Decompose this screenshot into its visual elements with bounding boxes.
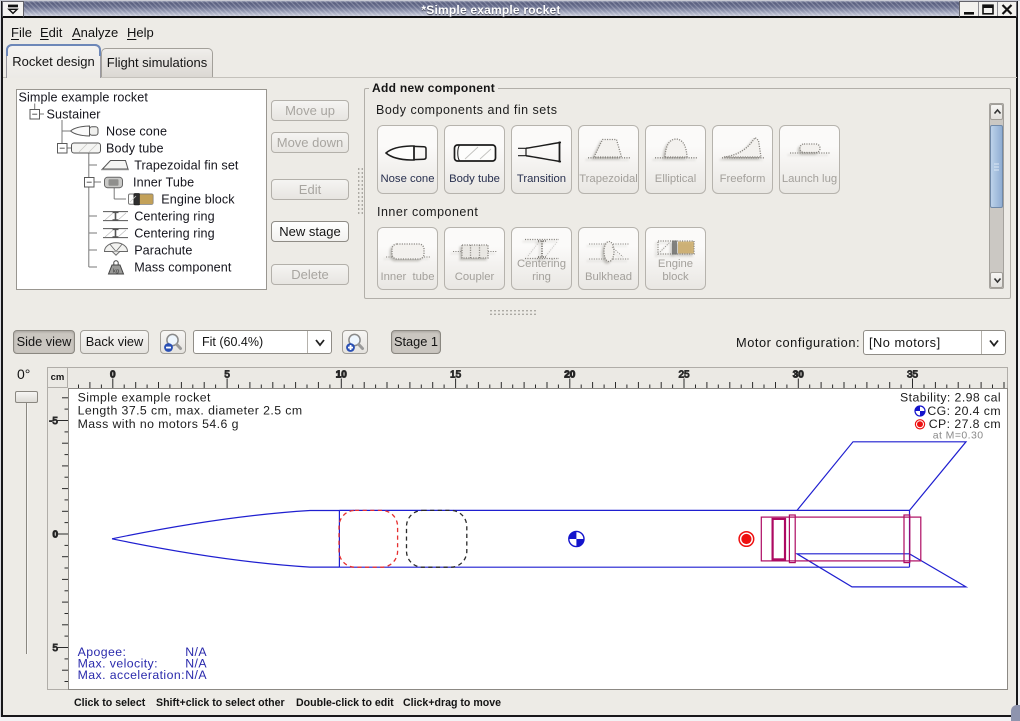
svg-text:Centering ring: Centering ring [134,226,215,240]
svg-text:5: 5 [52,643,58,654]
svg-text:Body tube: Body tube [106,141,164,155]
svg-text:25: 25 [678,370,690,381]
svg-text:Engine block: Engine block [161,192,235,206]
svg-text:20: 20 [564,370,576,381]
svg-text:CG: 20.4 cm: CG: 20.4 cm [927,404,1001,418]
svg-text:Mass with no motors 54.6 g: Mass with no motors 54.6 g [78,417,239,431]
svg-text:-5: -5 [49,416,58,427]
svg-text:5: 5 [224,370,230,381]
svg-text:Length 37.5 cm, max. diameter: Length 37.5 cm, max. diameter 2.5 cm [78,404,303,418]
svg-text:at M=0.30: at M=0.30 [933,430,984,442]
svg-text:Nose cone: Nose cone [106,124,167,138]
svg-text:Inner Tube: Inner Tube [133,175,194,189]
svg-text:Centering ring: Centering ring [134,209,215,223]
svg-text:15: 15 [450,370,462,381]
svg-text:10: 10 [336,370,348,381]
svg-text:Mass component: Mass component [134,260,232,274]
svg-text:Simple example rocket: Simple example rocket [19,90,149,104]
svg-text:0: 0 [52,530,58,541]
svg-text:Sustainer: Sustainer [47,107,101,121]
svg-text:Max. acceleration:: Max. acceleration: [78,668,185,682]
svg-text:35: 35 [907,370,919,381]
svg-text:kg: kg [113,269,119,275]
svg-text:30: 30 [793,370,805,381]
svg-text:Trapezoidal fin set: Trapezoidal fin set [134,158,239,172]
svg-text:Parachute: Parachute [134,243,192,257]
svg-text:Stability: 2.98 cal: Stability: 2.98 cal [900,390,1001,404]
svg-text:N/A: N/A [185,668,207,682]
svg-text:Simple example rocket: Simple example rocket [78,390,211,404]
svg-text:0: 0 [110,370,116,381]
